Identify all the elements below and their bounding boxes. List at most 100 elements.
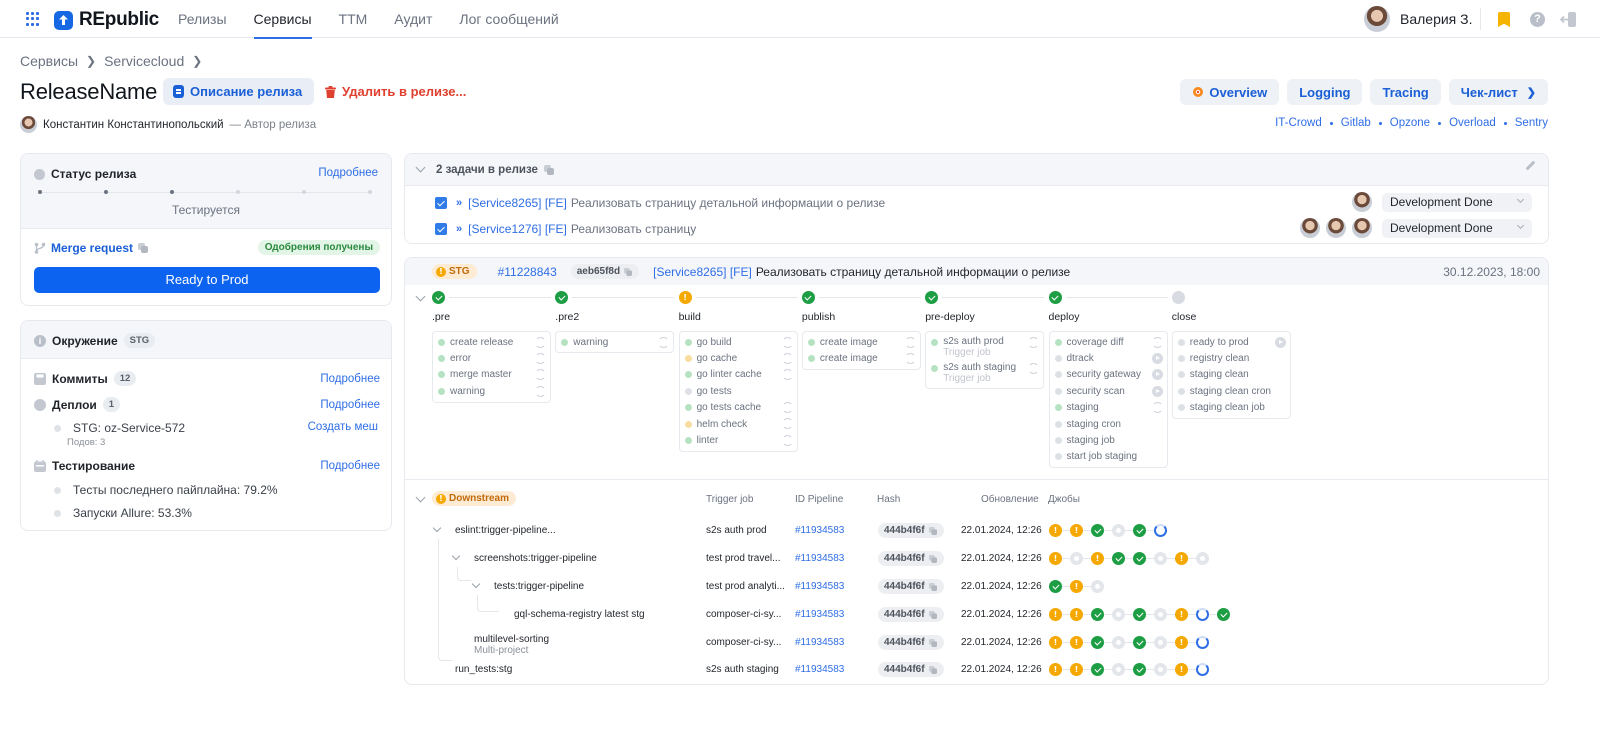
tracing-button[interactable]: Tracing xyxy=(1370,79,1441,105)
play-icon[interactable] xyxy=(1151,385,1163,397)
retry-icon[interactable] xyxy=(658,336,670,348)
retry-icon[interactable] xyxy=(1028,336,1040,348)
copy-icon[interactable] xyxy=(543,164,554,175)
chevron-down-icon[interactable] xyxy=(415,492,426,503)
pipeline-job[interactable]: helm check xyxy=(680,416,797,432)
pipeline-job[interactable]: registry clean xyxy=(1173,350,1290,366)
warning-icon[interactable]: ! xyxy=(1175,663,1188,676)
warning-icon[interactable]: ! xyxy=(1091,552,1104,565)
pipeline-job[interactable]: staging clean xyxy=(1173,367,1290,383)
warning-icon[interactable]: ! xyxy=(1049,524,1062,537)
copy-icon[interactable] xyxy=(928,665,937,674)
pipeline-job[interactable]: go tests cache xyxy=(680,400,797,416)
nav-item-releases[interactable]: Релизы xyxy=(178,0,227,38)
warning-icon[interactable]: ! xyxy=(1049,636,1062,649)
pipeline-id-link[interactable]: #11934583 xyxy=(795,664,844,675)
testing-more-link[interactable]: Подробнее xyxy=(320,460,380,472)
success-icon[interactable] xyxy=(1091,636,1104,649)
retry-icon[interactable] xyxy=(1151,402,1163,414)
gear-icon[interactable] xyxy=(1196,552,1209,565)
copy-icon[interactable] xyxy=(928,610,937,619)
retry-icon[interactable] xyxy=(1028,362,1040,374)
pipeline-job[interactable]: error xyxy=(433,350,550,366)
pipeline-id-link[interactable]: #11228843 xyxy=(498,265,557,279)
chevron-down-icon[interactable] xyxy=(471,579,481,589)
pipeline-id-link[interactable]: #11934583 xyxy=(795,609,844,620)
warning-icon[interactable]: ! xyxy=(1175,608,1188,621)
overview-button[interactable]: Overview xyxy=(1180,79,1280,105)
help-icon[interactable]: ? xyxy=(1530,12,1545,27)
pipeline-job[interactable]: warning xyxy=(556,334,673,350)
success-icon[interactable] xyxy=(1133,552,1146,565)
retry-icon[interactable] xyxy=(535,336,546,348)
success-icon[interactable] xyxy=(432,291,445,304)
success-icon[interactable] xyxy=(1133,663,1146,676)
logging-button[interactable]: Logging xyxy=(1287,79,1363,105)
chevron-down-icon[interactable] xyxy=(451,551,461,561)
gear-icon[interactable] xyxy=(1154,552,1167,565)
pipeline-job[interactable]: go tests xyxy=(680,383,797,399)
assignee-avatar[interactable] xyxy=(1326,218,1346,238)
pipeline-job[interactable]: create release xyxy=(433,334,550,350)
copy-icon[interactable] xyxy=(928,582,937,591)
success-icon[interactable] xyxy=(1048,291,1062,304)
pipeline-job[interactable]: create image xyxy=(803,334,920,350)
nav-item-ttm[interactable]: ТТМ xyxy=(339,0,368,38)
hash-chip[interactable]: 444b4f6f xyxy=(878,579,944,594)
warning-icon[interactable]: ! xyxy=(1049,552,1062,565)
pipeline-job[interactable]: ready to prod xyxy=(1173,334,1290,350)
nav-item-message-log[interactable]: Лог сообщений xyxy=(459,0,558,38)
create-mesh-link[interactable]: Создать меш xyxy=(308,421,378,433)
task-status-select[interactable]: Development Done xyxy=(1382,193,1532,212)
breadcrumb-services[interactable]: Сервисы xyxy=(20,53,78,69)
pipeline-job[interactable]: start job staging xyxy=(1050,449,1167,465)
gear-icon[interactable] xyxy=(1154,663,1167,676)
pipeline-job[interactable]: staging clean job xyxy=(1173,400,1290,416)
copy-icon[interactable] xyxy=(624,267,633,276)
success-icon[interactable] xyxy=(1133,636,1146,649)
merge-request-link[interactable]: Merge request xyxy=(34,241,149,255)
warning-icon[interactable]: ! xyxy=(1049,663,1062,676)
copy-icon[interactable] xyxy=(138,242,149,253)
author-name[interactable]: Константин Константинопольский xyxy=(43,119,224,131)
warning-icon[interactable]: ! xyxy=(678,291,692,304)
hash-chip[interactable]: 444b4f6f xyxy=(878,607,944,622)
gear-icon[interactable] xyxy=(1112,663,1125,676)
warning-icon[interactable]: ! xyxy=(1070,608,1083,621)
nav-item-services[interactable]: Сервисы xyxy=(253,0,312,39)
success-icon[interactable] xyxy=(555,291,569,304)
success-icon[interactable] xyxy=(1133,524,1146,537)
retry-icon[interactable] xyxy=(535,369,546,381)
hash-chip[interactable]: 444b4f6f xyxy=(878,551,944,566)
gear-icon[interactable] xyxy=(1112,636,1125,649)
retry-icon[interactable] xyxy=(781,418,793,430)
play-icon[interactable] xyxy=(1274,336,1286,348)
assignee-avatar[interactable] xyxy=(1300,218,1320,238)
pipeline-job[interactable]: security scan xyxy=(1050,383,1167,399)
pipeline-job[interactable]: s2s auth prod Trigger job xyxy=(926,334,1043,360)
hash-chip[interactable]: 444b4f6f xyxy=(878,523,944,538)
downstream-row[interactable]: screenshots:trigger-pipeline test prod t… xyxy=(405,551,1548,575)
retry-icon[interactable] xyxy=(904,336,916,348)
commits-more-link[interactable]: Подробнее xyxy=(320,373,380,385)
pending-icon[interactable] xyxy=(1171,291,1185,304)
downstream-row[interactable]: multilevel-sorting Multi-project composer… xyxy=(405,634,1548,659)
pipeline-job[interactable]: warning xyxy=(433,383,550,399)
pipeline-id-link[interactable]: #11934583 xyxy=(795,637,844,648)
success-icon[interactable] xyxy=(1217,608,1230,621)
chevron-down-icon[interactable] xyxy=(415,291,426,302)
retry-icon[interactable] xyxy=(781,402,793,414)
play-icon[interactable] xyxy=(1151,369,1163,381)
pipeline-job[interactable]: create image xyxy=(803,350,920,366)
pipeline-job[interactable]: security gateway xyxy=(1050,367,1167,383)
gear-icon[interactable] xyxy=(1112,608,1125,621)
pipeline-job[interactable]: dtrack xyxy=(1050,350,1167,366)
pipeline-job[interactable]: go cache xyxy=(680,350,797,366)
downstream-row[interactable]: tests:trigger-pipeline test prod analyti… xyxy=(405,579,1548,603)
retry-icon[interactable] xyxy=(781,336,793,348)
nav-item-audit[interactable]: Аудит xyxy=(394,0,432,38)
success-icon[interactable] xyxy=(1091,524,1104,537)
retry-icon[interactable] xyxy=(781,434,793,446)
ready-to-prod-button[interactable]: Ready to Prod xyxy=(34,267,380,293)
task-status-select[interactable]: Development Done xyxy=(1382,219,1532,238)
